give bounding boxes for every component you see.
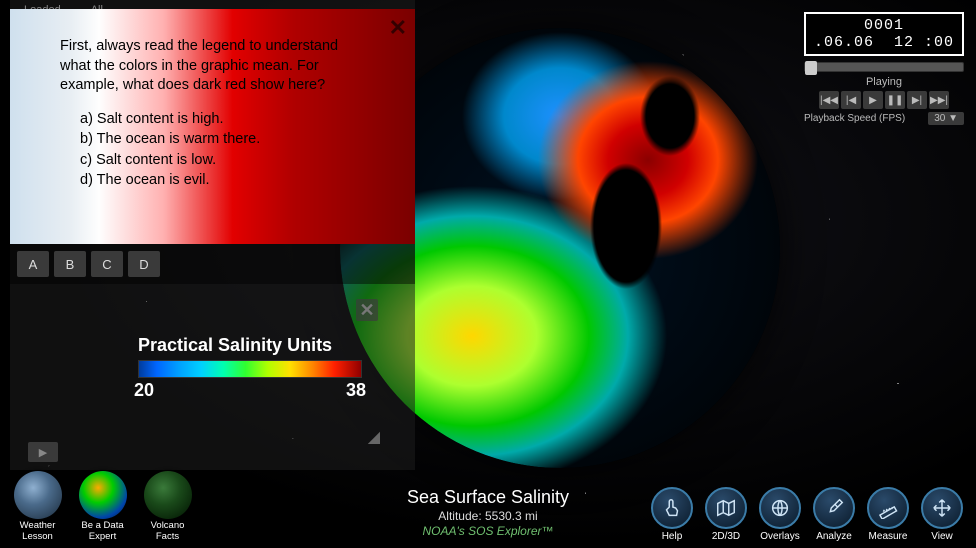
2d3d-button[interactable]: 2D/3D xyxy=(702,487,750,542)
tool-label: 2D/3D xyxy=(702,531,750,542)
time-display: 0001 .06.06 12 :00 xyxy=(804,12,964,56)
dataset-label: Weather Lesson xyxy=(10,521,65,542)
answer-b-button[interactable]: B xyxy=(54,251,86,277)
analyze-button[interactable]: Analyze xyxy=(810,487,858,542)
playback-status: Playing xyxy=(804,76,964,88)
question-body: ✕ First, always read the legend to under… xyxy=(10,9,415,244)
option-c: c) Salt content is low. xyxy=(80,151,365,171)
resize-handle-icon[interactable]: ◢ xyxy=(368,427,380,447)
tool-label: Overlays xyxy=(756,531,804,542)
dataset-title-block: Sea Surface Salinity Altitude: 5530.3 mi… xyxy=(407,487,569,538)
altitude-readout: Altitude: 5530.3 mi xyxy=(407,509,569,523)
globe-thumb-icon xyxy=(144,471,192,519)
question-prompt: First, always read the legend to underst… xyxy=(60,37,365,96)
seek-slider[interactable] xyxy=(804,62,964,72)
option-a: a) Salt content is high. xyxy=(80,110,365,130)
option-d: d) The ocean is evil. xyxy=(80,171,365,191)
map-icon xyxy=(715,497,737,519)
play-icon: ▶ xyxy=(39,446,47,459)
tool-label: Analyze xyxy=(810,531,858,542)
skip-start-icon: |◀◀ xyxy=(820,95,838,106)
legend-min: 20 xyxy=(134,380,154,401)
legend-panel: ✕ Practical Salinity Units 20 38 ◢ xyxy=(120,295,380,401)
view-button[interactable]: View xyxy=(918,487,966,542)
transport-controls: |◀◀ |◀ ▶ ❚❚ ▶| ▶▶| xyxy=(804,91,964,109)
arrows-icon xyxy=(931,497,953,519)
source-credit: NOAA's SOS Explorer™ xyxy=(407,524,569,538)
legend-max: 38 xyxy=(346,380,366,401)
legend-close-icon[interactable]: ✕ xyxy=(356,299,378,321)
seek-thumb[interactable] xyxy=(805,61,817,75)
speed-label: Playback Speed (FPS) xyxy=(804,113,905,124)
play-icon: ▶ xyxy=(869,95,877,106)
globe-thumb-icon xyxy=(79,471,127,519)
speed-dropdown[interactable]: 30 ▼ xyxy=(928,112,964,125)
step-back-button[interactable]: |◀ xyxy=(841,91,861,109)
answer-a-button[interactable]: A xyxy=(17,251,49,277)
help-button[interactable]: Help xyxy=(648,487,696,542)
step-forward-icon: ▶| xyxy=(912,95,922,106)
measure-button[interactable]: Measure xyxy=(864,487,912,542)
playback-panel: 0001 .06.06 12 :00 Playing |◀◀ |◀ ▶ ❚❚ ▶… xyxy=(804,12,964,125)
answer-d-button[interactable]: D xyxy=(128,251,160,277)
eyedropper-icon xyxy=(823,497,845,519)
tool-label: Measure xyxy=(864,531,912,542)
tool-label: Help xyxy=(648,531,696,542)
step-forward-button[interactable]: ▶| xyxy=(907,91,927,109)
step-back-icon: |◀ xyxy=(846,95,856,106)
close-icon[interactable]: ✕ xyxy=(389,13,407,43)
tool-label: View xyxy=(918,531,966,542)
skip-start-button[interactable]: |◀◀ xyxy=(819,91,839,109)
overlays-button[interactable]: Overlays xyxy=(756,487,804,542)
play-button[interactable]: ▶ xyxy=(863,91,883,109)
legend-title: Practical Salinity Units xyxy=(138,335,380,356)
ruler-icon xyxy=(877,497,899,519)
pause-button[interactable]: ❚❚ xyxy=(885,91,905,109)
dataset-thumbnails: Weather Lesson Be a Data Expert Volcano … xyxy=(10,471,195,542)
pause-icon: ❚❚ xyxy=(887,95,904,106)
skip-end-button[interactable]: ▶▶| xyxy=(929,91,949,109)
dataset-label: Be a Data Expert xyxy=(75,521,130,542)
question-options: a) Salt content is high. b) The ocean is… xyxy=(60,110,365,191)
question-panel: ✕ First, always read the legend to under… xyxy=(10,9,415,284)
answer-c-button[interactable]: C xyxy=(91,251,123,277)
dataset-label: Volcano Facts xyxy=(140,521,195,542)
dataset-volcano-facts[interactable]: Volcano Facts xyxy=(140,471,195,542)
globe-thumb-icon xyxy=(14,471,62,519)
legend-colorbar xyxy=(138,360,362,378)
dataset-be-a-data-expert[interactable]: Be a Data Expert xyxy=(75,471,130,542)
answer-row: A B C D xyxy=(10,244,415,284)
skip-end-icon: ▶▶| xyxy=(930,95,948,106)
dataset-weather-lesson[interactable]: Weather Lesson xyxy=(10,471,65,542)
globe-icon xyxy=(769,497,791,519)
tool-buttons: Help 2D/3D Overlays Analyze Measure View xyxy=(648,487,966,542)
hand-tap-icon xyxy=(661,497,683,519)
option-b: b) The ocean is warm there. xyxy=(80,130,365,150)
play-small-button[interactable]: ▶ xyxy=(28,442,58,462)
dataset-title: Sea Surface Salinity xyxy=(407,487,569,508)
